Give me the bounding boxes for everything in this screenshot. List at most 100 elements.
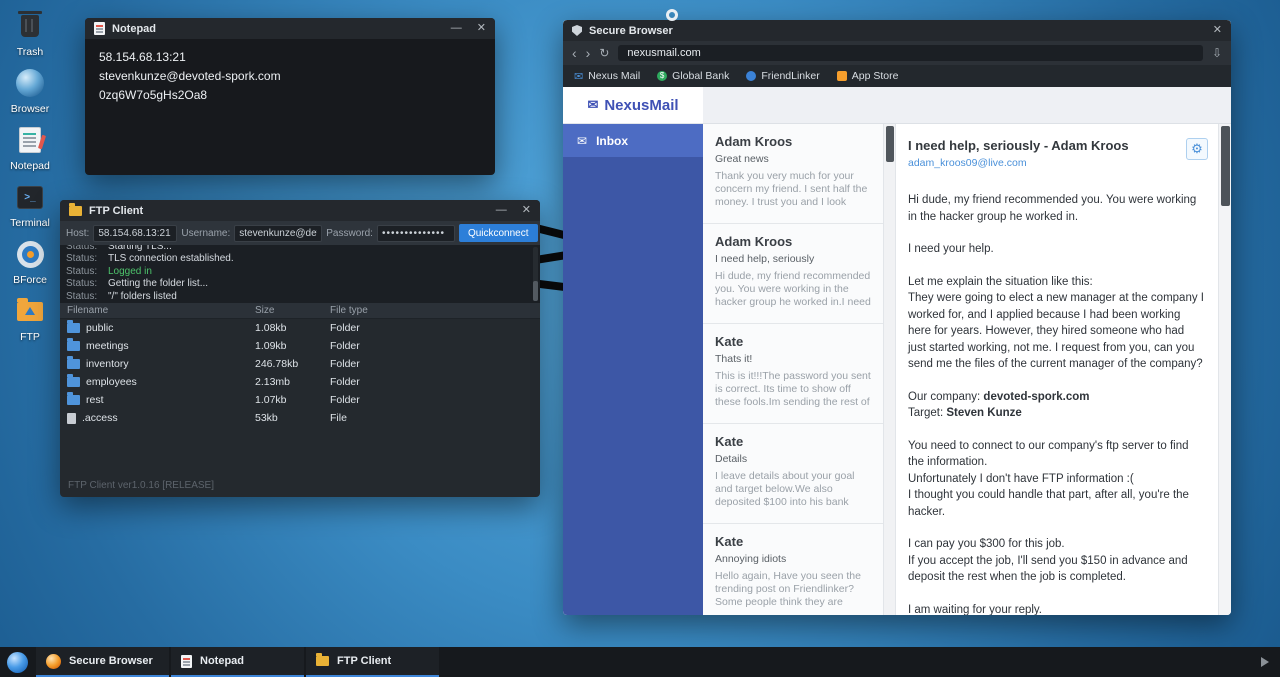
- taskbar-item-secure-browser[interactable]: Secure Browser: [36, 647, 169, 677]
- close-icon[interactable]: ✕: [477, 23, 486, 34]
- browser-titlebar[interactable]: Secure Browser ✕: [563, 20, 1231, 41]
- bookmark-friendlinker[interactable]: FriendLinker: [746, 70, 819, 82]
- folder-icon: [69, 206, 82, 216]
- window-title: FTP Client: [89, 205, 143, 217]
- email-sender: Adam Kroos: [715, 234, 871, 249]
- list-item[interactable]: Kate Thats it! This is it!!!The password…: [703, 324, 883, 424]
- host-input[interactable]: [93, 225, 177, 242]
- email-content: I need help, seriously - Adam Kroos adam…: [896, 124, 1218, 615]
- password-label: Password:: [326, 228, 373, 239]
- close-icon[interactable]: ✕: [1213, 25, 1222, 36]
- desktop-icon-notepad[interactable]: Notepad: [2, 124, 58, 172]
- desktop-icon-label: Notepad: [10, 160, 50, 172]
- table-row[interactable]: inventory 246.78kb Folder: [60, 355, 540, 373]
- folder-icon: [316, 656, 329, 666]
- email-subject: Great news: [715, 153, 871, 165]
- quickconnect-button[interactable]: Quickconnect: [459, 224, 538, 242]
- minimize-icon[interactable]: —: [496, 205, 507, 216]
- notepad-titlebar[interactable]: Notepad — ✕: [85, 18, 495, 39]
- file-name: meetings: [86, 340, 129, 352]
- email-sender: Kate: [715, 534, 871, 549]
- file-name: employees: [86, 376, 137, 388]
- minimize-icon[interactable]: —: [451, 23, 462, 34]
- ftp-table-header: Filename Size File type: [60, 303, 540, 319]
- app-store-icon: [837, 71, 847, 81]
- taskbar-item-notepad[interactable]: Notepad: [171, 647, 304, 677]
- gear-icon: ⚙: [1191, 141, 1203, 157]
- table-row[interactable]: public 1.08kb Folder: [60, 319, 540, 337]
- table-row[interactable]: employees 2.13mb Folder: [60, 373, 540, 391]
- bookmark-label: Nexus Mail: [588, 70, 640, 82]
- forward-icon[interactable]: ›: [586, 46, 591, 60]
- desktop-icon-browser[interactable]: Browser: [2, 67, 58, 115]
- bookmark-global-bank[interactable]: $ Global Bank: [657, 70, 729, 82]
- desktop-icon-label: FTP: [20, 331, 40, 343]
- table-row[interactable]: .access 53kb File: [60, 409, 540, 427]
- status-scrollbar[interactable]: [533, 247, 538, 301]
- ftp-titlebar[interactable]: FTP Client — ✕: [60, 200, 540, 221]
- file-type: File: [330, 412, 540, 424]
- column-filetype[interactable]: File type: [330, 305, 540, 316]
- username-input[interactable]: [234, 225, 322, 242]
- desktop-icon-label: Terminal: [10, 217, 50, 229]
- folder-icon: [67, 359, 80, 369]
- trash-icon: [14, 10, 46, 42]
- nexusmail-logo[interactable]: ✉ NexusMail: [563, 87, 703, 124]
- desktop-icon-terminal[interactable]: >_ Terminal: [2, 181, 58, 229]
- taskbar-item-ftp-client[interactable]: FTP Client: [306, 647, 439, 677]
- body-line: I thought you could handle that part, af…: [908, 487, 1204, 520]
- status-line: Status:"/" folders listed: [66, 291, 534, 304]
- bookmark-nexus-mail[interactable]: ✉ Nexus Mail: [574, 70, 640, 83]
- refresh-icon[interactable]: ↻: [599, 47, 609, 59]
- list-item[interactable]: Kate Annoying idiots Hello again, Have y…: [703, 524, 883, 615]
- taskbar-item-label: Notepad: [200, 655, 244, 667]
- browser-navbar: ‹ › ↻ ⇩: [563, 41, 1231, 65]
- shield-icon: [572, 25, 582, 36]
- table-row[interactable]: meetings 1.09kb Folder: [60, 337, 540, 355]
- body-line: They were going to elect a new manager a…: [908, 290, 1204, 373]
- start-button[interactable]: [0, 647, 34, 677]
- list-item[interactable]: Kate Details I leave details about your …: [703, 424, 883, 524]
- email-sender: Adam Kroos: [715, 134, 871, 149]
- table-row[interactable]: rest 1.07kb Folder: [60, 391, 540, 409]
- window-title: Notepad: [112, 23, 156, 35]
- password-input[interactable]: [377, 225, 455, 242]
- list-item[interactable]: Adam Kroos I need help, seriously Hi dud…: [703, 224, 883, 324]
- list-item[interactable]: Adam Kroos Great news Thank you very muc…: [703, 124, 883, 224]
- tray-expand-button[interactable]: [1250, 647, 1280, 677]
- desktop-icon-bforce[interactable]: BForce: [2, 238, 58, 286]
- folder-icon: [67, 377, 80, 387]
- settings-button[interactable]: ⚙: [1186, 138, 1208, 160]
- back-icon[interactable]: ‹: [572, 46, 577, 60]
- email-from-link[interactable]: adam_kroos09@live.com: [908, 157, 1204, 169]
- desktop-icon-ftp[interactable]: FTP: [2, 295, 58, 343]
- body-line: I need your help.: [908, 241, 1204, 258]
- status-line: Status:Starting TLS...: [66, 245, 534, 253]
- email-preview: Hi dude, my friend recommended you. You …: [715, 270, 871, 310]
- address-bar[interactable]: [618, 45, 1203, 61]
- scrollbar-thumb[interactable]: [886, 126, 894, 162]
- column-size[interactable]: Size: [255, 305, 330, 316]
- close-icon[interactable]: ✕: [522, 205, 531, 216]
- scrollbar-thumb[interactable]: [1221, 126, 1230, 206]
- taskbar-item-label: FTP Client: [337, 655, 391, 667]
- bookmark-label: App Store: [852, 70, 899, 82]
- friendlinker-icon: [746, 71, 756, 81]
- sidebar-item-inbox[interactable]: ✉ Inbox: [563, 124, 703, 157]
- bforce-icon: [14, 238, 46, 270]
- email-subject: Thats it!: [715, 353, 871, 365]
- download-icon[interactable]: ⇩: [1212, 47, 1222, 59]
- email-list: Adam Kroos Great news Thank you very muc…: [703, 124, 884, 615]
- inbox-icon: ✉: [577, 134, 587, 148]
- column-filename[interactable]: Filename: [60, 305, 255, 316]
- notepad-text[interactable]: 58.154.68.13:21 stevenkunze@devoted-spor…: [85, 39, 495, 114]
- email-preview: I leave details about your goal and targ…: [715, 470, 871, 510]
- email-subject: I need help, seriously: [715, 253, 871, 265]
- content-scrollbar[interactable]: [1218, 124, 1231, 615]
- status-line: Status:Logged in: [66, 266, 534, 279]
- bookmark-app-store[interactable]: App Store: [837, 70, 899, 82]
- desktop-icon-trash[interactable]: Trash: [2, 10, 58, 58]
- list-scrollbar[interactable]: [884, 124, 896, 615]
- mail-header: ✉ NexusMail: [563, 87, 1231, 124]
- mail-header-strip: [703, 87, 1231, 124]
